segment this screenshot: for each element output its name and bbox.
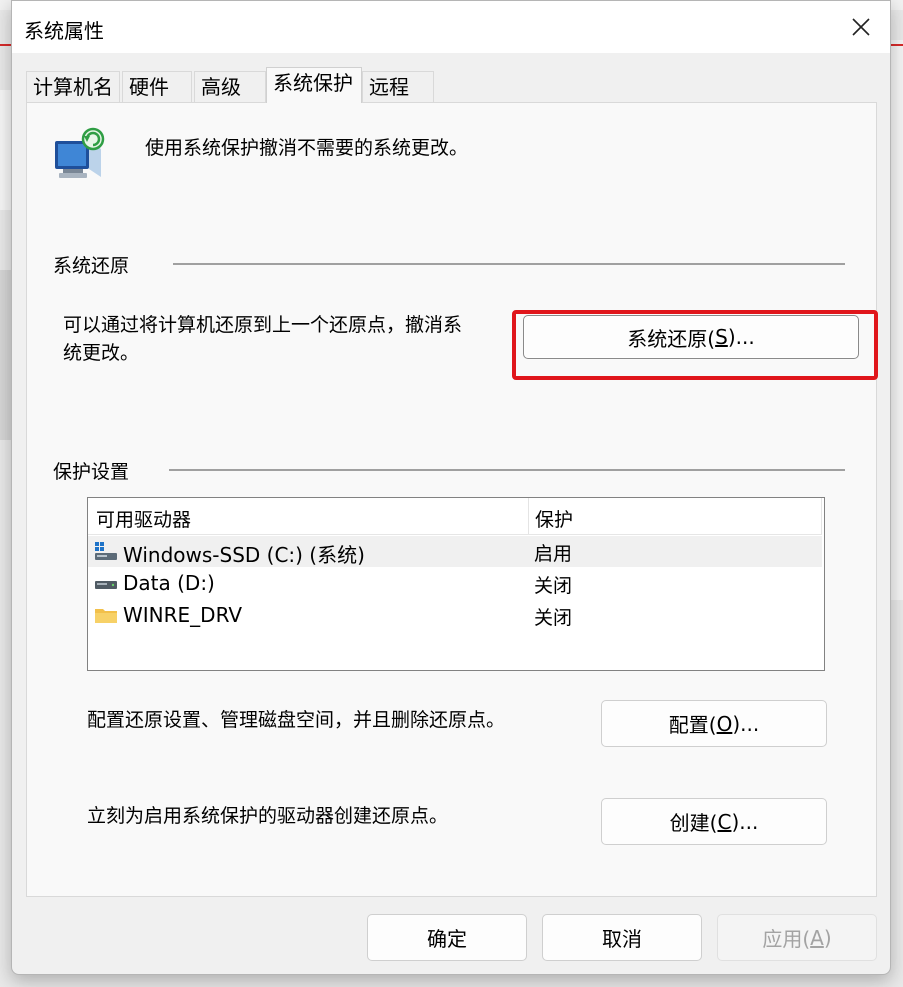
tab-system-protection[interactable]: 系统保护 (266, 67, 362, 103)
window-title: 系统属性 (24, 19, 104, 43)
create-description: 立刻为启用系统保护的驱动器创建还原点。 (87, 805, 449, 827)
system-restore-heading: 系统还原 (53, 255, 130, 277)
tab-remote[interactable]: 远程 (362, 71, 434, 103)
table-header: 可用驱动器 保护 (88, 498, 822, 535)
section-divider (173, 263, 845, 265)
close-icon (852, 18, 870, 36)
configure-button[interactable]: 配置(O)... (601, 700, 827, 747)
table-row[interactable]: Windows-SSD (C:) (系统) 启用 (88, 536, 822, 567)
access-key: A (810, 925, 824, 950)
drive-name: Data (D:) (123, 571, 215, 595)
access-key: S (715, 325, 728, 349)
button-label: )... (732, 711, 760, 736)
drive-list[interactable]: 可用驱动器 保护 Windows-SSD (C:) (系统) 启用 Data (… (87, 497, 825, 671)
drive-protection-status: 关闭 (534, 575, 573, 597)
button-label: 创建( (669, 811, 718, 835)
system-protection-panel: 使用系统保护撤消不需要的系统更改。 系统还原 可以通过将计算机还原到上一个还原点… (26, 102, 878, 897)
drive-protection-status: 启用 (534, 543, 573, 565)
tab-computer-name[interactable]: 计算机名 (26, 71, 120, 103)
table-row[interactable]: WINRE_DRV 关闭 (88, 600, 822, 631)
intro-text: 使用系统保护撤消不需要的系统更改。 (145, 137, 469, 159)
drive-name: WINRE_DRV (123, 603, 243, 627)
folder-icon (95, 609, 117, 623)
drive-name: Windows-SSD (C:) (系统) (123, 543, 365, 567)
system-properties-dialog: 系统属性 计算机名 硬件 高级 系统保护 远程 使用系统保护撤消不需要的系统更改… (11, 0, 891, 975)
button-label: )... (727, 325, 755, 349)
tab-advanced[interactable]: 高级 (194, 71, 266, 103)
drive-icon (95, 581, 117, 589)
apply-button[interactable]: 应用(A) (717, 914, 877, 961)
system-restore-description: 可以通过将计算机还原到上一个还原点，撤消系 统更改。 (63, 311, 503, 367)
protection-settings-heading: 保护设置 (53, 461, 130, 483)
create-button[interactable]: 创建(C)... (601, 798, 827, 845)
description-line: 可以通过将计算机还原到上一个还原点，撤消系 (63, 314, 463, 336)
background-accent (891, 44, 903, 46)
cancel-button[interactable]: 取消 (542, 914, 702, 961)
system-protection-icon (55, 127, 105, 178)
ok-button[interactable]: 确定 (367, 914, 527, 961)
access-key: C (717, 809, 732, 834)
section-divider (169, 469, 845, 471)
configure-description: 配置还原设置、管理磁盘空间，并且删除还原点。 (87, 709, 506, 731)
column-divider[interactable] (528, 498, 529, 534)
button-label: ) (823, 925, 832, 950)
table-row[interactable]: Data (D:) 关闭 (88, 568, 822, 599)
button-label: )... (731, 809, 759, 834)
button-label: 配置( (668, 713, 717, 737)
system-drive-icon (95, 542, 117, 560)
column-divider (821, 498, 822, 534)
title-bar[interactable]: 系统属性 (12, 1, 890, 53)
background-right-column (891, 40, 903, 600)
column-header-drives[interactable]: 可用驱动器 (96, 505, 191, 532)
button-label: 应用( (762, 927, 811, 951)
close-button[interactable] (832, 1, 890, 53)
tab-hardware[interactable]: 硬件 (122, 71, 192, 103)
button-label: 系统还原( (627, 326, 716, 351)
description-line: 统更改。 (63, 342, 140, 364)
system-restore-button[interactable]: 系统还原(S)... (523, 315, 859, 359)
drive-protection-status: 关闭 (534, 607, 573, 629)
column-header-protection[interactable]: 保护 (535, 505, 573, 532)
access-key: O (716, 711, 733, 736)
